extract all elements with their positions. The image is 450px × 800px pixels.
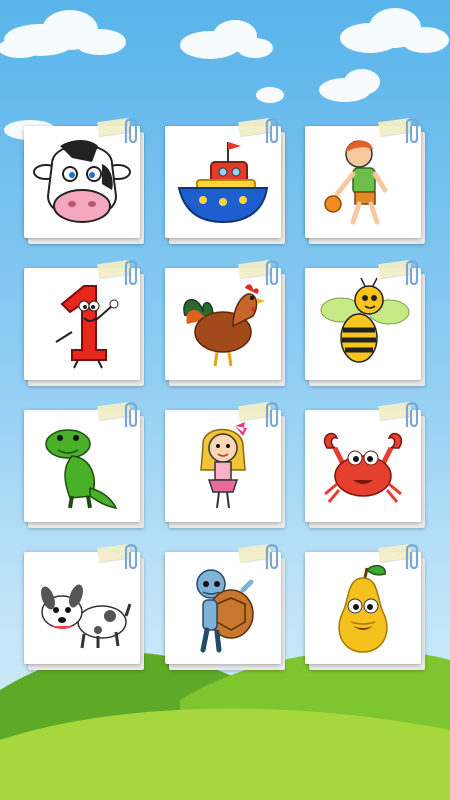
pear-icon [338, 564, 388, 653]
paperclip-icon [265, 260, 279, 286]
paperclip-icon [124, 402, 138, 428]
paperclip-icon [124, 544, 138, 570]
card-turtle-kid[interactable] [165, 543, 285, 670]
paperclip-icon [265, 402, 279, 428]
paperclip-icon [265, 118, 279, 144]
card-rooster[interactable] [165, 259, 285, 386]
card-crab[interactable] [305, 401, 425, 528]
dinosaur-icon [45, 429, 118, 509]
paperclip-icon [405, 260, 419, 286]
boy-with-ball-icon [324, 140, 388, 225]
turtle-kid-icon [196, 569, 254, 653]
card-dinosaur[interactable] [24, 401, 144, 528]
paperclip-icon [405, 118, 419, 144]
boat-icon [177, 142, 269, 224]
girl-icon [200, 422, 247, 509]
card-cow[interactable] [24, 117, 144, 244]
crab-icon [323, 432, 403, 503]
paperclip-icon [405, 402, 419, 428]
card-girl[interactable] [165, 401, 285, 528]
paperclip-icon [265, 544, 279, 570]
card-bee[interactable] [305, 259, 425, 386]
bee-icon [320, 277, 410, 363]
paperclip-icon [124, 260, 138, 286]
cow-icon [33, 140, 131, 223]
dog-icon [41, 584, 132, 649]
card-number-one[interactable] [24, 259, 144, 386]
card-boat[interactable] [165, 117, 285, 244]
card-boy[interactable] [305, 117, 425, 244]
paperclip-icon [124, 118, 138, 144]
card-dog[interactable] [24, 543, 144, 670]
rooster-icon [183, 284, 265, 367]
number-one-icon [55, 285, 119, 369]
picture-grid [0, 0, 450, 800]
paperclip-icon [405, 544, 419, 570]
card-pear[interactable] [305, 543, 425, 670]
